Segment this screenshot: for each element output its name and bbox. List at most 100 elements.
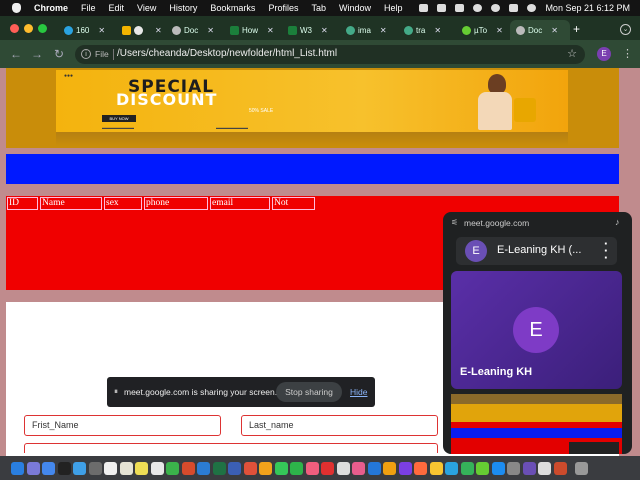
- clock[interactable]: Mon Sep 21 6:12 PM: [545, 3, 630, 13]
- participant-avatar: E: [513, 307, 559, 353]
- browser-menu-icon[interactable]: ⋮: [622, 47, 633, 60]
- keynote-icon[interactable]: [243, 461, 257, 475]
- preview-icon[interactable]: [538, 461, 551, 475]
- siri-icon[interactable]: [527, 4, 537, 12]
- tab-doc[interactable]: Doc ✕: [166, 20, 224, 40]
- utility-icon[interactable]: [88, 461, 102, 475]
- close-tab-icon[interactable]: ✕: [321, 26, 328, 35]
- menu-history[interactable]: History: [169, 3, 197, 13]
- finder-icon[interactable]: [11, 461, 24, 475]
- menu-window[interactable]: Window: [339, 3, 371, 13]
- menu-view[interactable]: View: [137, 3, 156, 13]
- tab-doc-active[interactable]: Doc ✕: [510, 20, 570, 40]
- mail-icon[interactable]: [73, 461, 86, 475]
- close-tab-icon[interactable]: ✕: [380, 26, 387, 35]
- site-settings-icon[interactable]: ⚟: [451, 218, 458, 227]
- music-icon[interactable]: [321, 461, 334, 475]
- word-icon[interactable]: [197, 461, 210, 475]
- tab-telegram[interactable]: 160 ✕: [58, 20, 116, 40]
- tab-how[interactable]: How ✕: [224, 20, 282, 40]
- podcasts-icon[interactable]: [352, 461, 365, 475]
- news-icon[interactable]: [336, 461, 350, 475]
- wifi-icon[interactable]: [473, 4, 483, 12]
- telegram-icon[interactable]: [445, 461, 458, 475]
- menu-profiles[interactable]: Profiles: [268, 3, 298, 13]
- vscode-icon[interactable]: [367, 461, 381, 475]
- screen-share-preview[interactable]: [451, 394, 622, 454]
- close-tab-icon[interactable]: ✕: [434, 26, 441, 35]
- microphone-icon[interactable]: ♪: [615, 217, 620, 227]
- firefox-icon[interactable]: [414, 461, 427, 475]
- screen-recorder-icon[interactable]: [522, 461, 536, 475]
- hide-link[interactable]: Hide: [350, 387, 367, 397]
- adobe-icon[interactable]: [553, 461, 567, 475]
- close-tab-icon[interactable]: ✕: [551, 26, 558, 35]
- tab-images[interactable]: ima ✕: [340, 20, 398, 40]
- safari-icon[interactable]: [42, 461, 55, 475]
- tab-w3[interactable]: W3 ✕: [282, 20, 340, 40]
- close-tab-icon[interactable]: ✕: [155, 26, 162, 35]
- trash-icon[interactable]: [574, 461, 588, 475]
- forward-button[interactable]: →: [31, 47, 43, 61]
- stop-sharing-button[interactable]: Stop sharing: [276, 382, 342, 402]
- whatsapp-icon[interactable]: [460, 461, 474, 475]
- menu-help[interactable]: Help: [384, 3, 403, 13]
- bookmark-star-icon[interactable]: ☆: [567, 47, 577, 60]
- excel-icon[interactable]: [212, 461, 226, 475]
- word-doc-icon[interactable]: [228, 461, 241, 475]
- tab-translate[interactable]: tra ✕: [398, 20, 456, 40]
- apple-menu-icon[interactable]: [12, 3, 21, 13]
- minimize-window-button[interactable]: [24, 24, 33, 33]
- first-name-field[interactable]: Frist_Name: [24, 415, 221, 436]
- appstore-icon[interactable]: [491, 461, 505, 475]
- back-button[interactable]: ←: [10, 47, 22, 61]
- calendar-icon[interactable]: [104, 461, 117, 475]
- battery-icon[interactable]: [455, 4, 465, 12]
- close-tab-icon[interactable]: ✕: [496, 26, 503, 35]
- profile-avatar[interactable]: E: [597, 47, 611, 61]
- facetime-icon[interactable]: [290, 461, 303, 475]
- new-tab-button[interactable]: +: [573, 22, 580, 36]
- close-tab-icon[interactable]: ✕: [207, 26, 214, 35]
- launchpad-icon[interactable]: [26, 461, 40, 475]
- illustrator-icon[interactable]: [259, 461, 272, 475]
- chrome-icon[interactable]: [429, 461, 443, 475]
- search-icon[interactable]: [491, 4, 501, 12]
- sketch-icon[interactable]: [383, 461, 396, 475]
- close-tab-icon[interactable]: ✕: [98, 26, 105, 35]
- maps-icon[interactable]: [166, 461, 179, 475]
- menu-tab[interactable]: Tab: [311, 3, 326, 13]
- menu-app-name[interactable]: Chrome: [34, 3, 68, 13]
- address-bar[interactable]: i File /Users/cheanda/Desktop/newfolder/…: [75, 45, 585, 64]
- tab-utorrent[interactable]: µTo ✕: [456, 20, 508, 40]
- more-options-icon[interactable]: · · ·: [604, 237, 608, 264]
- messages-icon[interactable]: [274, 461, 288, 475]
- url-text[interactable]: /Users/cheanda/Desktop/newfolder/html_Li…: [117, 48, 337, 59]
- menu-bookmarks[interactable]: Bookmarks: [210, 3, 255, 13]
- utorrent-icon[interactable]: [476, 461, 489, 475]
- contacts-icon[interactable]: [119, 461, 133, 475]
- form-field[interactable]: [24, 443, 438, 453]
- appletv-icon[interactable]: [57, 461, 71, 475]
- reload-button[interactable]: ↻: [54, 47, 64, 61]
- zoom-window-button[interactable]: [38, 24, 47, 33]
- powerpoint-icon[interactable]: [181, 461, 195, 475]
- control-center-icon[interactable]: [509, 4, 519, 12]
- screen-record-icon[interactable]: [419, 4, 429, 12]
- visual-studio-icon[interactable]: [398, 461, 412, 475]
- last-name-field[interactable]: Last_name: [241, 415, 438, 436]
- notes-icon[interactable]: [135, 461, 148, 475]
- reminders-icon[interactable]: [150, 461, 164, 475]
- info-icon[interactable]: i: [81, 49, 91, 59]
- close-window-button[interactable]: [10, 24, 19, 33]
- close-tab-icon[interactable]: ✕: [267, 26, 274, 35]
- tab-search-icon[interactable]: ⌄: [620, 24, 631, 35]
- menu-edit[interactable]: Edit: [109, 3, 125, 13]
- system-preferences-icon[interactable]: [507, 461, 520, 475]
- photos-icon[interactable]: [305, 461, 319, 475]
- menu-file[interactable]: File: [81, 3, 96, 13]
- meeting-bar[interactable]: E E-Leaning KH (... · · ·: [456, 237, 617, 265]
- participant-tile[interactable]: E E-Leaning KH: [451, 271, 622, 389]
- tab-untitled[interactable]: ✕: [116, 20, 162, 40]
- bluetooth-icon[interactable]: [437, 4, 447, 12]
